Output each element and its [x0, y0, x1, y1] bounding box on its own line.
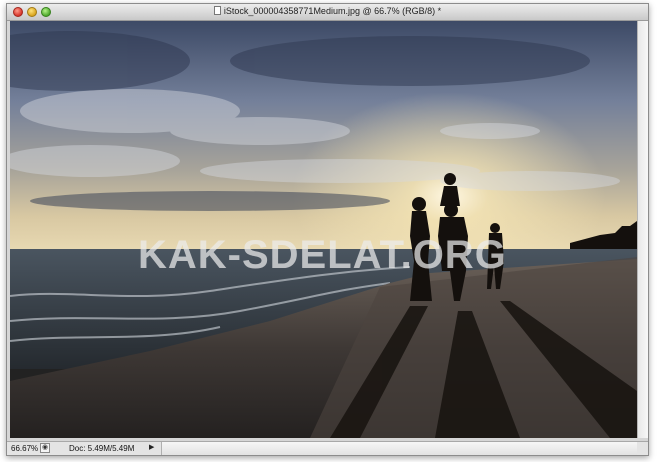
zoom-menu-icon[interactable]: ◉ [40, 443, 50, 453]
document-window: iStock_000004358771Medium.jpg @ 66.7% (R… [6, 3, 649, 456]
document-icon [213, 6, 221, 15]
status-bar: 66.67% ◉ Doc: 5.49M/5.49M ▶ [7, 441, 648, 455]
document-size-info: Doc: 5.49M/5.49M [69, 444, 135, 453]
image-canvas[interactable]: KAK-SDELAT.ORG [10, 21, 637, 438]
triangle-right-icon[interactable]: ▶ [149, 443, 159, 453]
zoom-level[interactable]: 66.67% [11, 444, 38, 453]
window-title-text: iStock_000004358771Medium.jpg @ 66.7% (R… [223, 6, 442, 16]
beach-sunset-photo [10, 21, 637, 438]
window-title: iStock_000004358771Medium.jpg @ 66.7% (R… [7, 6, 648, 16]
title-bar[interactable]: iStock_000004358771Medium.jpg @ 66.7% (R… [7, 4, 648, 21]
horizontal-scrollbar[interactable] [161, 442, 637, 455]
watermark-text: KAK-SDELAT.ORG [138, 233, 507, 277]
vertical-scrollbar[interactable] [637, 21, 648, 438]
